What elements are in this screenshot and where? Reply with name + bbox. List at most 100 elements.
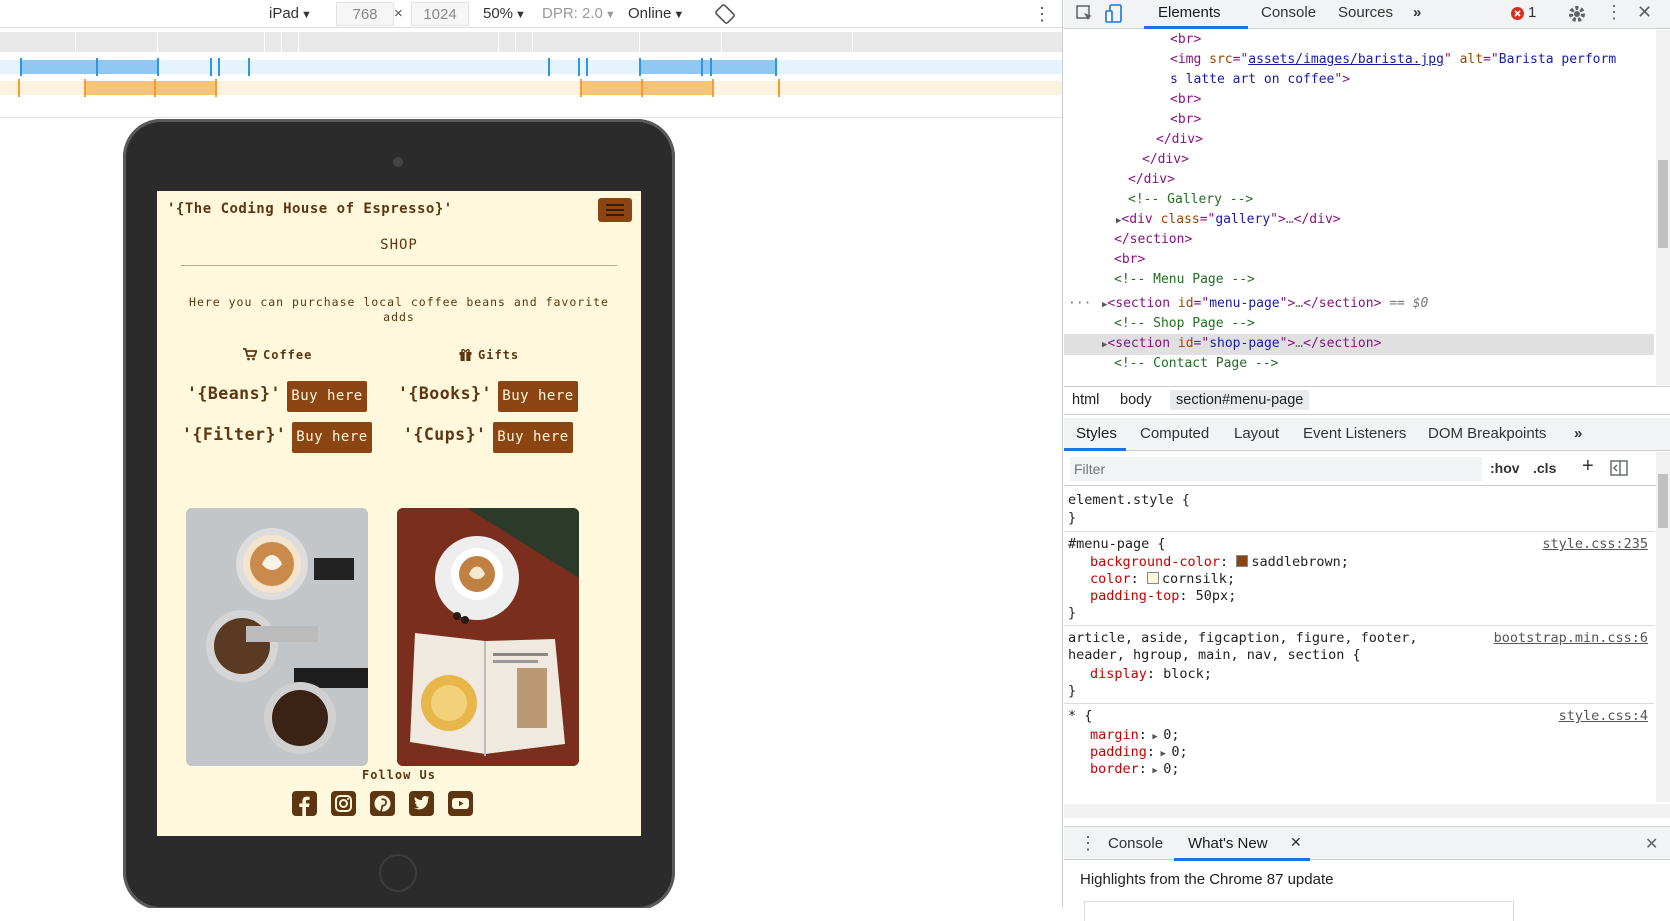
coffee-tools-photo bbox=[186, 508, 368, 766]
color-swatch[interactable] bbox=[1146, 572, 1159, 584]
dom-node[interactable]: <br> bbox=[1114, 250, 1145, 270]
dom-node-selected[interactable]: ▶<section id="menu-page">…</section> == … bbox=[1102, 294, 1428, 314]
rule-selector[interactable]: article, aside, figcaption, figure, foot… bbox=[1068, 629, 1418, 647]
more-vert-icon[interactable]: ⋮ bbox=[1079, 833, 1097, 854]
dom-node[interactable]: </div> bbox=[1156, 130, 1203, 150]
dom-node[interactable]: </div> bbox=[1142, 150, 1189, 170]
tab-styles[interactable]: Styles bbox=[1076, 425, 1117, 442]
tab-layout[interactable]: Layout bbox=[1234, 425, 1279, 442]
color-swatch[interactable] bbox=[1236, 555, 1249, 567]
max-width-queries-bar[interactable] bbox=[0, 58, 1062, 76]
twitter-icon[interactable] bbox=[409, 791, 434, 816]
device-select[interactable]: iPad ▼ bbox=[269, 4, 312, 24]
site-brand[interactable]: '{The Coding House of Espresso}' bbox=[167, 201, 453, 217]
buy-button[interactable]: Buy here bbox=[287, 381, 367, 412]
dom-node[interactable]: </div> bbox=[1128, 170, 1175, 190]
zoom-select[interactable]: 50% ▼ bbox=[483, 4, 526, 24]
source-link[interactable]: style.css:4 bbox=[1559, 707, 1648, 725]
breadcrumb-html[interactable]: html bbox=[1072, 392, 1099, 408]
more-tabs-button[interactable]: » bbox=[1413, 4, 1421, 21]
img-src-link[interactable]: assets/images/barista.jpg bbox=[1248, 52, 1444, 67]
error-count: 1 bbox=[1528, 4, 1537, 21]
follow-us-label: Follow Us bbox=[361, 768, 437, 782]
console-ref: == $0 bbox=[1389, 296, 1429, 311]
source-link[interactable]: style.css:235 bbox=[1542, 535, 1648, 553]
plus-icon[interactable]: + bbox=[1582, 455, 1594, 478]
more-tabs-button[interactable]: » bbox=[1574, 425, 1582, 442]
dom-node[interactable]: <img src="assets/images/barista.jpg" alt… bbox=[1170, 50, 1616, 70]
tab-console[interactable]: Console bbox=[1261, 4, 1316, 21]
inspect-element-icon[interactable] bbox=[1076, 5, 1094, 27]
hov-button[interactable]: :hov bbox=[1490, 460, 1520, 476]
expand-triangle-icon: ▶ bbox=[1146, 766, 1164, 776]
buy-button[interactable]: Buy here bbox=[498, 381, 578, 412]
dom-scrollbar[interactable] bbox=[1656, 30, 1670, 385]
css-property[interactable]: display: block; bbox=[1090, 665, 1212, 683]
cls-button[interactable]: .cls bbox=[1533, 460, 1556, 476]
height-input[interactable] bbox=[411, 2, 469, 26]
dom-comment[interactable]: <!-- Contact Page --> bbox=[1114, 354, 1278, 374]
min-width-queries-bar[interactable] bbox=[0, 79, 1062, 97]
rule-selector[interactable]: * { bbox=[1068, 707, 1092, 725]
dpr-select[interactable]: DPR: 2.0 ▼ bbox=[542, 4, 616, 24]
buy-button[interactable]: Buy here bbox=[292, 422, 372, 453]
breadcrumb-body[interactable]: body bbox=[1120, 392, 1151, 408]
css-property[interactable]: color: cornsilk; bbox=[1090, 570, 1235, 588]
drawer-tab-whats-new[interactable]: What's New bbox=[1188, 835, 1268, 852]
facebook-icon[interactable] bbox=[292, 791, 317, 816]
tab-event-listeners[interactable]: Event Listeners bbox=[1303, 425, 1406, 442]
tab-computed[interactable]: Computed bbox=[1140, 425, 1209, 442]
rule-selector[interactable]: #menu-page { bbox=[1068, 535, 1166, 553]
network-label: Online bbox=[628, 5, 672, 22]
close-icon[interactable]: ✕ bbox=[1637, 2, 1652, 23]
dom-node[interactable]: <br> bbox=[1170, 110, 1201, 130]
css-property[interactable]: margin: ▶ 0; bbox=[1090, 726, 1179, 744]
dom-node[interactable]: <br> bbox=[1170, 90, 1201, 110]
dom-comment[interactable]: <!-- Shop Page --> bbox=[1114, 314, 1255, 334]
dom-comment[interactable]: <!-- Gallery --> bbox=[1128, 190, 1253, 210]
width-input[interactable] bbox=[336, 2, 394, 26]
device-toolbar-icon[interactable] bbox=[1105, 4, 1125, 28]
dom-node[interactable]: ▶<section id="shop-page">…</section> bbox=[1102, 334, 1381, 354]
category-coffee: Coffee bbox=[243, 348, 312, 362]
rule-selector-cont[interactable]: header, hgroup, main, nav, section { bbox=[1068, 646, 1361, 664]
buy-button[interactable]: Buy here bbox=[493, 422, 573, 453]
more-actions-icon[interactable]: ··· bbox=[1068, 294, 1091, 314]
tab-sources[interactable]: Sources bbox=[1338, 4, 1393, 21]
css-property[interactable]: padding: ▶ 0; bbox=[1090, 743, 1188, 761]
gear-icon[interactable] bbox=[1567, 4, 1587, 28]
rule-selector[interactable]: element.style { bbox=[1068, 491, 1190, 509]
styles-scrollbar[interactable] bbox=[1656, 452, 1670, 802]
chevron-down-icon: ▼ bbox=[673, 9, 685, 21]
more-vert-icon[interactable]: ⋮ bbox=[1605, 2, 1623, 23]
dom-node[interactable]: ▶<div class="gallery">…</div> bbox=[1116, 210, 1341, 230]
dom-node[interactable]: <br> bbox=[1170, 30, 1201, 50]
emulated-viewport: '{The Coding House of Espresso}' SHOP He… bbox=[157, 191, 641, 836]
devtools-tabbar: Elements Console Sources » 1 ⋮ ✕ bbox=[1064, 0, 1670, 29]
more-vert-icon[interactable]: ⋮ bbox=[1033, 4, 1051, 25]
dom-comment[interactable]: <!-- Menu Page --> bbox=[1114, 270, 1255, 290]
instagram-icon[interactable] bbox=[331, 791, 356, 816]
styles-hscrollbar[interactable] bbox=[1064, 804, 1670, 818]
css-property[interactable]: border: ▶ 0; bbox=[1090, 760, 1179, 778]
breadcrumb: html body section#menu-page bbox=[1064, 386, 1670, 415]
toggle-sidebar-icon[interactable] bbox=[1610, 460, 1628, 480]
tab-elements[interactable]: Elements bbox=[1158, 4, 1221, 21]
tab-dom-breakpoints[interactable]: DOM Breakpoints bbox=[1428, 425, 1546, 442]
filter-input[interactable] bbox=[1070, 457, 1482, 481]
chevron-down-icon: ▼ bbox=[604, 9, 616, 21]
close-drawer-icon[interactable]: ✕ bbox=[1645, 834, 1658, 854]
css-property[interactable]: background-color: saddlebrown; bbox=[1090, 553, 1349, 571]
error-icon[interactable] bbox=[1511, 7, 1524, 24]
source-link[interactable]: bootstrap.min.css:6 bbox=[1494, 629, 1648, 647]
rotate-icon[interactable] bbox=[715, 4, 735, 28]
pinterest-icon[interactable] bbox=[370, 791, 395, 816]
css-property[interactable]: padding-top: 50px; bbox=[1090, 587, 1236, 605]
close-tab-icon[interactable]: ✕ bbox=[1290, 834, 1302, 851]
breadcrumb-section[interactable]: section#menu-page bbox=[1170, 390, 1310, 410]
menu-toggle-button[interactable] bbox=[598, 198, 632, 222]
youtube-icon[interactable] bbox=[448, 791, 473, 816]
dom-node[interactable]: </section> bbox=[1114, 230, 1192, 250]
drawer-tab-console[interactable]: Console bbox=[1108, 835, 1163, 852]
network-select[interactable]: Online ▼ bbox=[628, 4, 684, 24]
